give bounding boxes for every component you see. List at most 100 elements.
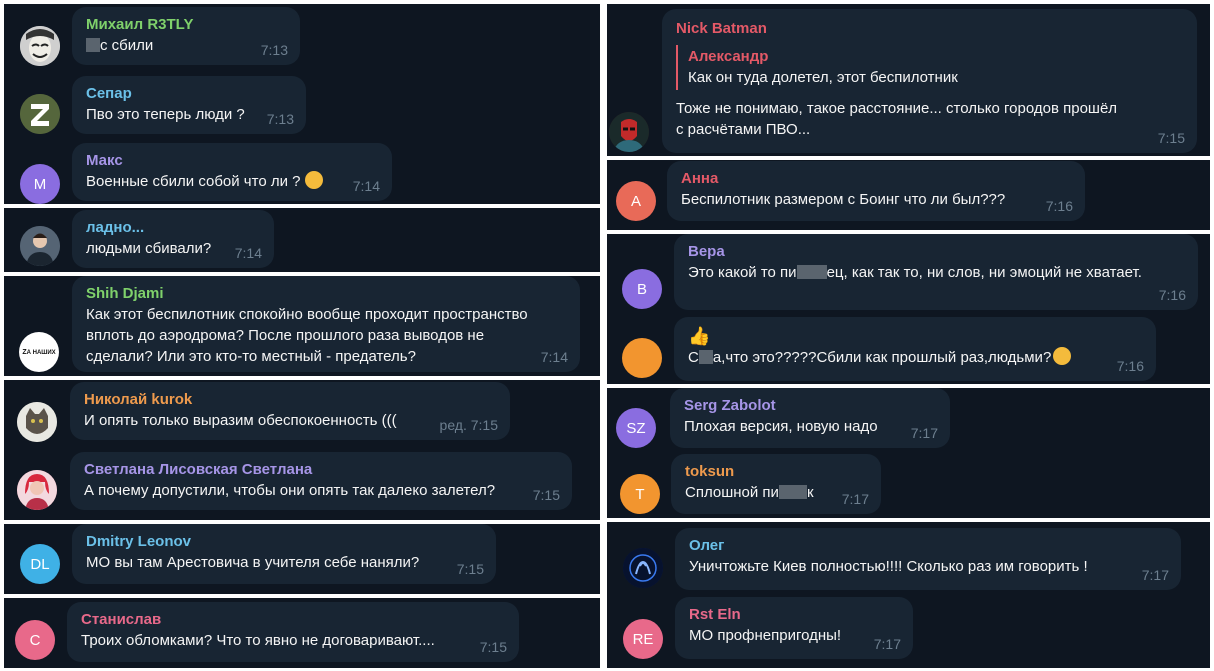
message[interactable]: Светлана Лисовская Светлана А почему доп… (4, 448, 600, 520)
message[interactable]: ладно... людьми сбивали? 7:14 (4, 208, 600, 272)
avatar[interactable] (17, 402, 57, 442)
reply-sender-name: Александр (688, 48, 769, 65)
avatar-initials: RE (632, 630, 654, 648)
avatar[interactable]: B (622, 269, 662, 309)
sender-name[interactable]: Rst Eln (689, 605, 899, 625)
message-text: И опять только выразим обеспокоенность (… (84, 412, 397, 429)
sender-name[interactable]: Вера (688, 242, 1184, 262)
message-text: Сплошной пи к (685, 482, 867, 503)
message-bubble: Rst Eln МО профнепригодны! 7:17 (675, 597, 913, 659)
sender-name[interactable]: Анна (681, 169, 1071, 189)
message[interactable]: Николай kurok И опять только выразим обе… (4, 380, 600, 448)
message-bubble: ладно... людьми сбивали? 7:14 (72, 210, 274, 268)
message-bubble: 👍 Са,что это?????Сбили как прошлый раз,л… (674, 317, 1156, 381)
message-text: МО вы там Арестовича в учителя себе наня… (86, 554, 420, 571)
censored-block (698, 350, 713, 364)
message[interactable]: C Станислав Троих обломками? Что то явно… (4, 598, 600, 668)
avatar[interactable]: SZ (616, 408, 656, 448)
facepalm-icon (1053, 347, 1072, 365)
message-text-part: с сбили (100, 37, 154, 54)
avatar[interactable]: A (616, 181, 656, 221)
sender-name[interactable]: Serg Zabolot (684, 396, 936, 416)
zodiac-icon (623, 548, 663, 588)
message[interactable]: Олег Уничтожьте Киев полностью!!!! Сколь… (607, 522, 1210, 594)
message-bubble: Олег Уничтожьте Киев полностью!!!! Сколь… (675, 528, 1181, 590)
avatar[interactable] (20, 94, 60, 134)
woman-photo-icon (17, 470, 57, 510)
message-text-part: Сплошной пи (685, 484, 779, 501)
message-text: Военные сбили собой что ли ? (86, 171, 378, 192)
sender-name[interactable]: Shih Djami (86, 284, 566, 304)
sender-name[interactable]: Станислав (81, 610, 505, 630)
right-chat-panel: Nick Batman Александр Как он туда долете… (607, 4, 1210, 668)
message[interactable]: ZА НАШИХ Shih Djami Как этот беспилотник… (4, 276, 600, 376)
message-bubble: Dmitry Leonov МО вы там Арестовича в учи… (72, 524, 496, 584)
censored-block (796, 265, 827, 279)
sender-name[interactable]: Сепар (86, 84, 292, 104)
time-value: 7:15 (470, 417, 498, 433)
message[interactable]: RE Rst Eln МО профнепригодны! 7:17 (607, 594, 1210, 668)
sender-name[interactable]: Nick Batman (676, 19, 1183, 39)
avatar-initials: B (636, 280, 647, 298)
cat-photo-icon (17, 402, 57, 442)
message-time: 7:15 (532, 487, 560, 503)
message-time: ред. 7:15 (440, 417, 498, 433)
message-text: Троих обломками? Что то явно не договари… (81, 632, 435, 649)
message-bubble: Serg Zabolot Плохая версия, новую надо 7… (670, 388, 950, 448)
message[interactable]: SZ Serg Zabolot Плохая версия, новую над… (607, 388, 1210, 454)
avatar[interactable] (609, 112, 649, 152)
message-text-part: ец, как так то, ни слов, ни эмоций не хв… (826, 264, 1142, 281)
avatar-initials: M (33, 175, 47, 193)
sender-name[interactable]: Михаил R3TLY (86, 15, 286, 35)
message-bubble: Николай kurok И опять только выразим обе… (70, 382, 510, 440)
sender-name[interactable]: Макс (86, 151, 378, 171)
z-letter-icon (20, 94, 60, 134)
message-text: Уничтожьте Киев полностью!!!! Сколько ра… (689, 558, 1088, 575)
message[interactable]: T toksun Сплошной пи к 7:17 (607, 454, 1210, 518)
message-time: 7:15 (456, 561, 484, 577)
message-time: 7:14 (352, 178, 380, 194)
message-time: 7:16 (1045, 198, 1073, 214)
message-text-line: вплоть до аэродрома? После прошлого раза… (86, 327, 485, 344)
sender-name[interactable]: ладно... (86, 218, 260, 238)
avatar[interactable]: ZА НАШИХ (19, 332, 59, 372)
avatar[interactable] (20, 226, 60, 266)
message-text: МО профнепригодны! (689, 627, 842, 644)
avatar[interactable]: RE (623, 619, 663, 659)
message[interactable]: M Макс Военные сбили собой что ли ? 7:14 (4, 142, 600, 204)
message[interactable]: DL Dmitry Leonov МО вы там Арестовича в … (4, 524, 600, 594)
message[interactable]: Михаил R3TLY с сбили 7:13 (4, 4, 600, 74)
message-bubble: Анна Беспилотник размером с Боинг что ли… (667, 161, 1085, 221)
avatar[interactable]: C (15, 620, 55, 660)
message[interactable]: Nick Batman Александр Как он туда долете… (607, 4, 1210, 156)
message[interactable]: 👍 Са,что это?????Сбили как прошлый раз,л… (607, 314, 1210, 384)
sender-name[interactable]: Dmitry Leonov (86, 532, 482, 552)
avatar-initials: DL (30, 555, 50, 573)
message-text: Плохая версия, новую надо (684, 418, 878, 435)
avatar[interactable] (622, 338, 662, 378)
avatar[interactable]: DL (20, 544, 60, 584)
avatar[interactable]: T (620, 474, 660, 514)
reply-quote[interactable]: Александр Как он туда долетел, этот бесп… (676, 45, 1183, 90)
message-time: 7:17 (910, 425, 938, 441)
mask-icon (20, 26, 60, 66)
message-text: Пво это теперь люди ? (86, 106, 245, 123)
message-time: 7:15 (1157, 130, 1185, 146)
sender-name[interactable]: toksun (685, 462, 867, 482)
message-text: Беспилотник размером с Боинг что ли был?… (681, 191, 1006, 208)
avatar[interactable] (20, 26, 60, 66)
sender-name[interactable]: Олег (689, 536, 1167, 556)
message[interactable]: Сепар Пво это теперь люди ? 7:13 (4, 74, 600, 142)
avatar-initials: SZ (626, 419, 646, 437)
reply-text: Как он туда долетел, этот беспилотник (688, 69, 958, 86)
avatar[interactable] (17, 470, 57, 510)
sender-name[interactable]: Светлана Лисовская Светлана (84, 460, 558, 480)
avatar[interactable] (623, 548, 663, 588)
sender-name[interactable]: Николай kurok (84, 390, 496, 410)
message[interactable]: A Анна Беспилотник размером с Боинг что … (607, 160, 1210, 230)
za-nashih-logo-icon: ZА НАШИХ (22, 348, 56, 356)
message[interactable]: B Вера Это какой то пи ец, как так то, ни… (607, 234, 1210, 314)
message-bubble: Nick Batman Александр Как он туда долете… (662, 9, 1197, 153)
avatar[interactable]: M (20, 164, 60, 204)
avatar-initials: C (29, 631, 41, 649)
